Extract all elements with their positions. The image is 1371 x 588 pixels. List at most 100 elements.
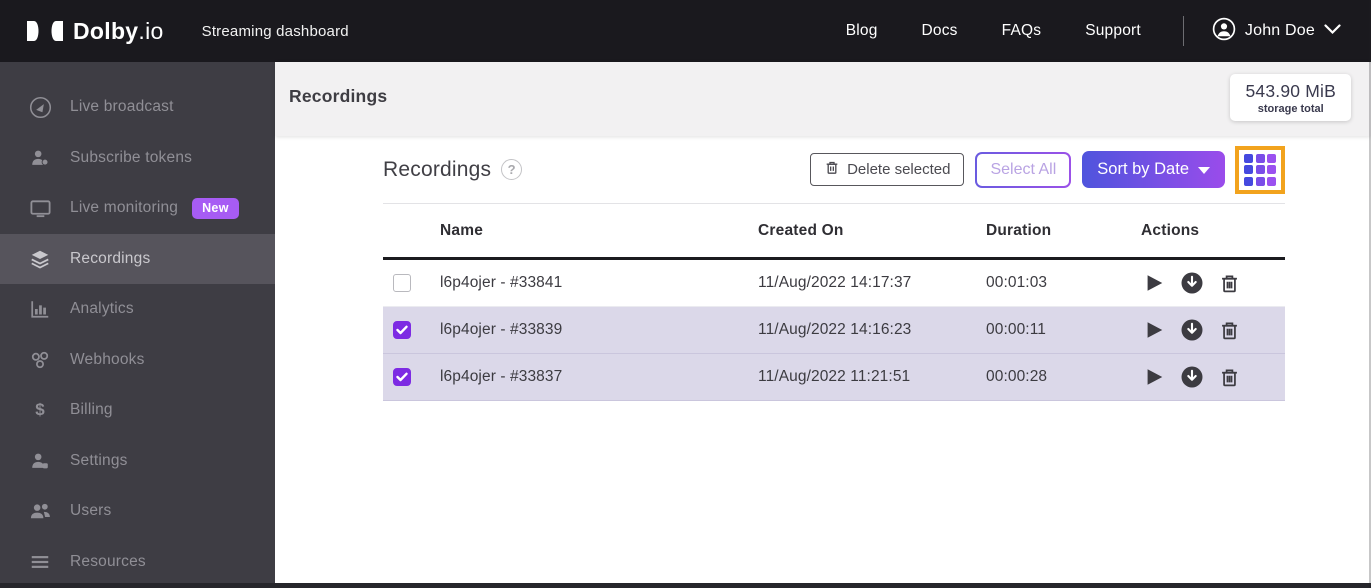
row-actions xyxy=(1141,365,1285,390)
sidebar-item-label: Billing xyxy=(70,401,113,419)
column-header-name: Name xyxy=(440,221,484,239)
table-row: l6p4ojer - #33837 11/Aug/2022 11:21:51 0… xyxy=(383,354,1285,401)
sidebar-item-label: Users xyxy=(70,502,112,520)
recordings-toolbar: Recordings ? Delete selected Select All … xyxy=(383,136,1285,204)
dolby-logo-icon xyxy=(26,19,64,43)
sidebar-item-analytics[interactable]: Analytics xyxy=(0,284,275,335)
sidebar-item-users[interactable]: Users xyxy=(0,486,275,537)
sidebar-item-label: Live monitoring xyxy=(70,199,179,217)
sidebar-item-webhooks[interactable]: Webhooks xyxy=(0,335,275,386)
download-button[interactable] xyxy=(1179,318,1204,343)
recording-duration: 00:00:28 xyxy=(986,368,1048,385)
user-avatar-icon xyxy=(1212,17,1236,46)
column-header-actions: Actions xyxy=(1141,221,1200,239)
column-header-duration: Duration xyxy=(986,221,1052,239)
user-name: John Doe xyxy=(1244,22,1315,39)
recording-name: l6p4ojer - #33837 xyxy=(440,368,563,385)
caret-down-icon xyxy=(1198,167,1210,174)
row-actions xyxy=(1141,318,1285,343)
trash-icon xyxy=(824,159,840,180)
sidebar-item-label: Analytics xyxy=(70,300,134,318)
sidebar-item-subscribe-tokens[interactable]: Subscribe tokens xyxy=(0,133,275,184)
page-title: Recordings xyxy=(289,86,388,106)
storage-value: 543.90 MiB xyxy=(1245,81,1336,101)
help-icon[interactable]: ? xyxy=(501,159,523,180)
recording-name: l6p4ojer - #33841 xyxy=(440,274,563,291)
row-checkbox-unchecked[interactable] xyxy=(393,274,411,292)
delete-selected-button[interactable]: Delete selected xyxy=(810,153,965,186)
sidebar-item-label: Subscribe tokens xyxy=(70,148,193,166)
sidebar-item-resources[interactable]: Resources xyxy=(0,537,275,588)
section-title: Recordings ? xyxy=(383,158,523,182)
delete-row-button[interactable] xyxy=(1217,365,1242,390)
sidebar-item-label: Settings xyxy=(70,451,128,469)
sidebar-item-billing[interactable]: $ Billing xyxy=(0,385,275,436)
column-header-created-on: Created On xyxy=(758,221,844,239)
sidebar-item-label: Live broadcast xyxy=(70,98,174,116)
sort-by-date-button[interactable]: Sort by Date xyxy=(1082,151,1225,188)
sidebar-item-live-broadcast[interactable]: Live broadcast xyxy=(0,82,275,133)
play-button[interactable] xyxy=(1141,318,1166,343)
sidebar-item-settings[interactable]: Settings xyxy=(0,436,275,487)
delete-row-button[interactable] xyxy=(1217,271,1242,296)
grid-view-button-highlighted[interactable] xyxy=(1235,145,1285,194)
delete-row-button[interactable] xyxy=(1217,318,1242,343)
storage-total-card: 543.90 MiB storage total xyxy=(1230,74,1351,121)
nav-link-faqs[interactable]: FAQs xyxy=(1002,22,1042,40)
brand[interactable]: Dolby.io xyxy=(26,18,164,45)
row-checkbox-checked[interactable] xyxy=(393,368,411,386)
list-icon xyxy=(27,550,53,574)
person-gear-icon xyxy=(27,449,53,473)
user-menu[interactable]: John Doe xyxy=(1212,17,1341,46)
topbar-right: Blog Docs FAQs Support John Doe xyxy=(802,16,1341,46)
main-content: Recordings 543.90 MiB storage total Reco… xyxy=(275,62,1371,583)
dashboard-subtitle: Streaming dashboard xyxy=(201,22,349,40)
table-header-row: Name Created On Duration Actions xyxy=(383,204,1285,260)
layers-icon xyxy=(27,247,53,271)
nav-link-support[interactable]: Support xyxy=(1085,22,1141,40)
recording-created-on: 11/Aug/2022 14:17:37 xyxy=(758,274,912,291)
play-button[interactable] xyxy=(1141,365,1166,390)
app-window: Dolby.io Streaming dashboard Blog Docs F… xyxy=(0,0,1371,588)
download-button[interactable] xyxy=(1179,271,1204,296)
page-header-strip: Recordings 543.90 MiB storage total xyxy=(275,62,1371,136)
recording-created-on: 11/Aug/2022 11:21:51 xyxy=(758,368,911,385)
table-row: l6p4ojer - #33839 11/Aug/2022 14:16:23 0… xyxy=(383,307,1285,354)
sidebar-item-recordings[interactable]: Recordings xyxy=(0,233,275,284)
top-nav-bar: Dolby.io Streaming dashboard Blog Docs F… xyxy=(0,0,1371,62)
toolbar-buttons: Delete selected Select All Sort by Date xyxy=(810,145,1285,194)
table-row: l6p4ojer - #33841 11/Aug/2022 14:17:37 0… xyxy=(383,260,1285,307)
recording-name: l6p4ojer - #33839 xyxy=(440,321,563,338)
grid-view-icon xyxy=(1244,153,1276,186)
bar-chart-icon xyxy=(27,297,53,321)
recording-duration: 00:01:03 xyxy=(986,274,1048,291)
recording-created-on: 11/Aug/2022 14:16:23 xyxy=(758,321,912,338)
select-all-button[interactable]: Select All xyxy=(975,152,1071,188)
monitor-icon xyxy=(27,196,53,220)
storage-label: storage total xyxy=(1257,103,1324,115)
row-actions xyxy=(1141,271,1285,296)
nav-link-blog[interactable]: Blog xyxy=(846,22,878,40)
sidebar-item-label: Resources xyxy=(70,552,146,570)
new-badge: New xyxy=(192,197,239,219)
topbar-divider xyxy=(1182,16,1184,46)
window-bottom-edge xyxy=(0,583,1371,588)
sidebar-item-label: Recordings xyxy=(70,249,151,267)
nav-link-docs[interactable]: Docs xyxy=(922,22,958,40)
sidebar-item-label: Webhooks xyxy=(70,350,145,368)
dollar-icon: $ xyxy=(35,400,45,420)
row-checkbox-checked[interactable] xyxy=(393,321,411,339)
subscriber-icon xyxy=(27,146,53,170)
webhook-icon xyxy=(27,348,53,372)
sidebar-item-live-monitoring[interactable]: Live monitoring New xyxy=(0,183,275,234)
download-button[interactable] xyxy=(1179,365,1204,390)
chevron-down-icon xyxy=(1324,22,1341,40)
recording-duration: 00:00:11 xyxy=(986,321,1046,338)
users-icon xyxy=(27,499,53,523)
sidebar-nav: Live broadcast Subscribe tokens Live mon… xyxy=(0,62,275,588)
broadcast-icon xyxy=(27,95,53,119)
play-button[interactable] xyxy=(1141,271,1166,296)
brand-name: Dolby.io xyxy=(73,17,164,44)
recordings-panel: Recordings ? Delete selected Select All … xyxy=(383,136,1285,401)
recordings-table: Name Created On Duration Actions l6p4oje… xyxy=(383,204,1285,401)
